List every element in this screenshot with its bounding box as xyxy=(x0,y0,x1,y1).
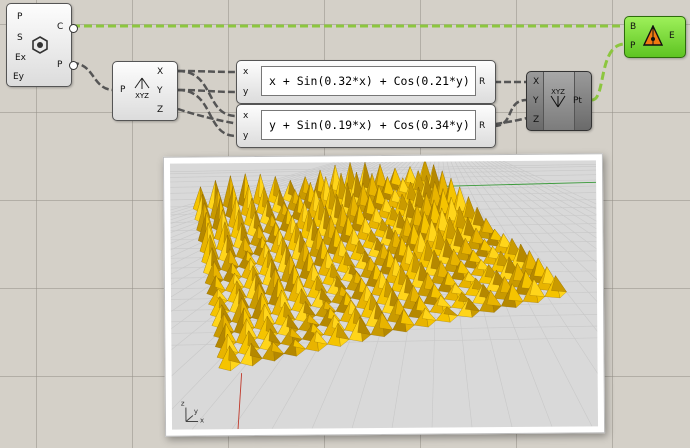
input-y-label[interactable]: y xyxy=(243,131,248,141)
input-x-label[interactable]: x xyxy=(243,111,248,121)
input-s-label[interactable]: S xyxy=(17,33,23,43)
axis-x-label: x xyxy=(199,416,205,425)
deconstruct-xyz-icon: XYZ xyxy=(134,77,150,100)
wire-x-to-expr2-x xyxy=(177,69,237,118)
wire-y-to-expr2-y xyxy=(177,88,237,138)
output-r-label[interactable]: R xyxy=(479,77,485,87)
input-p-label[interactable]: P xyxy=(630,41,635,51)
expression-text-field[interactable]: x + Sin(0.32*x) + Cos(0.21*y) xyxy=(261,66,476,96)
output-c-label[interactable]: C xyxy=(57,22,63,32)
viewport-preview-frame: z y x xyxy=(162,153,606,437)
wire-rect-p-to-deconstruct xyxy=(71,61,115,92)
input-y-label[interactable]: Y xyxy=(533,96,539,106)
output-p-grip[interactable] xyxy=(69,61,78,70)
deconstruct-icon-text: XYZ xyxy=(135,92,149,100)
input-y-label[interactable]: y xyxy=(243,87,248,97)
pyramid-icon xyxy=(643,25,663,46)
construct-point-node[interactable]: X Y Z XYZ Pt xyxy=(526,71,592,131)
input-x-label[interactable]: X xyxy=(533,77,539,87)
axis-gizmo: z y x xyxy=(180,399,206,425)
axis-y-label: y xyxy=(193,407,199,416)
viewport-3d[interactable]: z y x xyxy=(169,160,599,430)
expression-node-x[interactable]: x y x + Sin(0.32*x) + Cos(0.21*y) R xyxy=(236,60,496,104)
output-pt-label[interactable]: Pt xyxy=(573,96,582,106)
wire-pt-to-pyramid-p xyxy=(591,42,626,102)
expression-text-field[interactable]: y + Sin(0.19*x) + Cos(0.34*y) xyxy=(261,110,476,140)
input-b-label[interactable]: B xyxy=(630,22,636,32)
output-z-label[interactable]: Z xyxy=(157,105,163,115)
output-r-label[interactable]: R xyxy=(479,121,485,131)
output-p-label[interactable]: P xyxy=(57,60,62,70)
hexagon-gear-icon xyxy=(32,36,48,54)
construct-xyz-icon: XYZ xyxy=(550,88,566,108)
output-e-label[interactable]: E xyxy=(669,31,675,41)
input-x-label[interactable]: x xyxy=(243,67,248,77)
rectangle-node[interactable]: P S Ex Ey C P xyxy=(6,3,78,87)
input-ex-label[interactable]: Ex xyxy=(15,53,26,63)
wire-r2-to-pt-y xyxy=(493,98,528,128)
deconstruct-point-node[interactable]: P XYZ X Y Z xyxy=(112,61,178,121)
pyramid-node[interactable]: B P E xyxy=(624,16,686,58)
wire-x-to-expr1-x xyxy=(177,69,237,74)
construct-icon-text: XYZ xyxy=(551,88,565,96)
pyramid-field-render xyxy=(169,160,599,430)
wire-y-to-expr1-y xyxy=(177,88,237,94)
axis-z-label: z xyxy=(180,399,185,408)
output-y-label[interactable]: Y xyxy=(157,86,163,96)
output-x-label[interactable]: X xyxy=(157,67,163,77)
input-p-label[interactable]: P xyxy=(17,12,22,22)
input-p-label[interactable]: P xyxy=(120,85,125,95)
expression-node-y[interactable]: x y y + Sin(0.19*x) + Cos(0.34*y) R xyxy=(236,104,496,148)
input-z-label[interactable]: Z xyxy=(533,115,539,125)
input-ey-label[interactable]: Ey xyxy=(13,72,24,82)
output-c-grip[interactable] xyxy=(69,24,78,33)
